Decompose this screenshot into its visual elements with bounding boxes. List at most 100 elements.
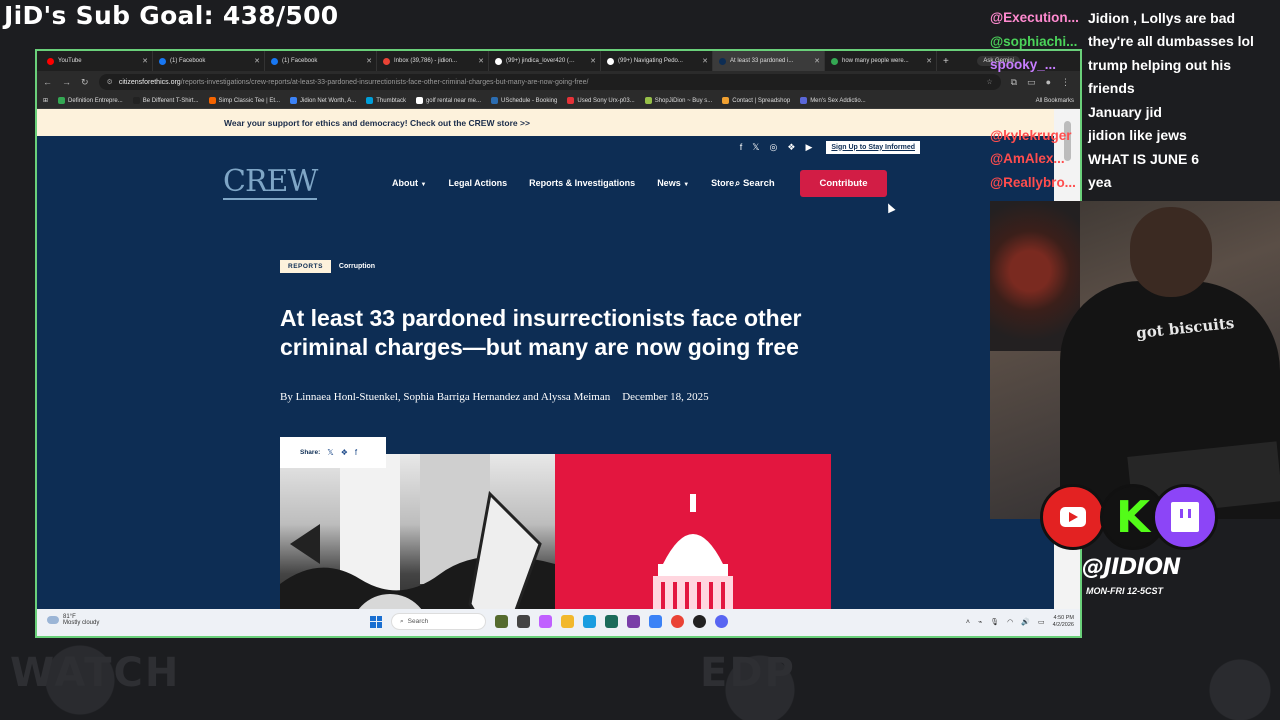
- tag-category[interactable]: Corruption: [339, 263, 375, 270]
- battery-icon[interactable]: ▭: [1038, 618, 1045, 626]
- youtube-icon[interactable]: ▶: [805, 142, 812, 153]
- close-tab-icon[interactable]: ✕: [366, 57, 372, 65]
- taskbar-search[interactable]: ⌕ Search: [391, 613, 486, 630]
- new-tab-icon[interactable]: +: [943, 56, 949, 67]
- browser-tab[interactable]: how many people were... ✕: [825, 51, 937, 71]
- bookmark-item[interactable]: Used Sony Urx-p03...: [567, 97, 635, 104]
- bookmark-favicon-icon: [644, 97, 652, 104]
- close-tab-icon[interactable]: ✕: [478, 57, 484, 65]
- promo-banner[interactable]: Wear your support for ethics and democra…: [37, 109, 1056, 136]
- bookmark-item[interactable]: Contact | Spreadshop: [722, 97, 790, 104]
- chat-message: January jid: [990, 100, 1280, 124]
- clock[interactable]: 4:50 PM 4/2/2026: [1053, 615, 1074, 629]
- browser-tab[interactable]: YouTube ✕: [41, 51, 153, 71]
- chat-username: @Reallybro...: [990, 174, 1076, 190]
- instagram-icon[interactable]: ◎: [770, 142, 778, 153]
- bookmark-favicon-icon: [366, 97, 374, 104]
- close-tab-icon[interactable]: ✕: [142, 57, 148, 65]
- app-icon[interactable]: [627, 615, 640, 628]
- windows-taskbar: 81°F Mostly cloudy ⌕ Search ˄ ⌁ 🎙 ◠ 🔊 ▭ 4:…: [37, 609, 1080, 636]
- close-tab-icon[interactable]: ✕: [590, 57, 596, 65]
- chat-username: @AmAlex...: [990, 151, 1065, 167]
- chat-message: @Reallybro... yea: [990, 171, 1280, 195]
- bookmark-item[interactable]: USchedule - Booking: [490, 97, 558, 104]
- copilot-icon[interactable]: [495, 615, 508, 628]
- bookmark-label: USchedule - Booking: [500, 97, 558, 104]
- bookmark-item[interactable]: Men's Sex Addictio...: [800, 97, 866, 104]
- facebook-icon[interactable]: f: [740, 142, 743, 152]
- site-info-icon[interactable]: ⚙: [107, 78, 113, 86]
- chat-username: @kylekruger: [990, 127, 1072, 143]
- nav-link[interactable]: News ▼: [657, 178, 689, 188]
- browser-tab[interactable]: (99+) jindica_lover420 (… ✕: [489, 51, 601, 71]
- bookmark-item[interactable]: Simp Classic Tee | Et...: [208, 97, 280, 104]
- nav-link[interactable]: Reports & Investigations: [529, 178, 635, 188]
- close-tab-icon[interactable]: ✕: [254, 57, 260, 65]
- nav-link-label: Legal Actions: [448, 178, 508, 188]
- url-field[interactable]: ⚙ citizensforethics.org/reports-investig…: [98, 74, 1001, 90]
- share-facebook-icon[interactable]: f: [355, 448, 357, 457]
- tab-favicon-icon: [495, 57, 502, 65]
- tab-label: (99+) jindica_lover420 (…: [506, 58, 575, 64]
- weather-text: Mostly cloudy: [63, 620, 100, 626]
- browser-tab[interactable]: (99+) Navigating Pedo... ✕: [601, 51, 713, 71]
- x-icon[interactable]: 𝕏: [752, 142, 759, 153]
- close-tab-icon[interactable]: ✕: [926, 57, 932, 65]
- article-headline: At least 33 pardoned insurrectionists fa…: [280, 305, 802, 360]
- signup-link[interactable]: Sign Up to Stay Informed: [826, 140, 920, 154]
- browser-tab[interactable]: Inbox (39,786) - jidion... ✕: [377, 51, 489, 71]
- close-tab-icon[interactable]: ✕: [702, 57, 708, 65]
- chat-message: @kylekruger jidion like jews: [990, 124, 1280, 148]
- apps-icon[interactable]: ⊞: [43, 97, 48, 104]
- nav-links: About ▼ Legal Actions Reports & Investigat…: [392, 178, 734, 188]
- close-tab-icon[interactable]: ✕: [814, 57, 820, 65]
- bookmark-item[interactable]: Jidion Net Worth, A...: [290, 97, 356, 104]
- nav-link-label: News: [657, 178, 681, 188]
- weather-widget[interactable]: 81°F Mostly cloudy: [47, 614, 99, 626]
- share-bluesky-icon[interactable]: ❖: [341, 448, 348, 457]
- chrome-icon[interactable]: [671, 615, 684, 628]
- share-x-icon[interactable]: 𝕏: [327, 448, 333, 457]
- browser-tab[interactable]: (1) Facebook ✕: [265, 51, 377, 71]
- tab-favicon-icon: [383, 57, 390, 65]
- mic-icon[interactable]: 🎙: [990, 618, 999, 626]
- windows-start-icon[interactable]: [370, 615, 382, 628]
- taskbar-search-label: Search: [407, 618, 429, 625]
- browser-tab[interactable]: At least 33 pardoned i... ✕: [713, 51, 825, 71]
- crew-logo[interactable]: CREW: [223, 166, 318, 200]
- clock-time: 4:50 PM: [1053, 615, 1074, 621]
- nav-link[interactable]: Store: [711, 178, 734, 188]
- contribute-button[interactable]: Contribute: [800, 170, 887, 197]
- bookmark-item[interactable]: Be Different T-Shirt...: [132, 97, 199, 104]
- browser-tab[interactable]: (1) Facebook ✕: [153, 51, 265, 71]
- reload-icon[interactable]: ↻: [81, 77, 89, 88]
- search-icon: ⌕: [735, 178, 743, 189]
- volume-icon[interactable]: 🔊: [1021, 618, 1030, 626]
- chevron-up-icon[interactable]: ˄: [966, 619, 970, 626]
- bookmark-item[interactable]: Definition Entrepre...: [58, 97, 123, 104]
- bookmark-item[interactable]: golf rental near me...: [415, 97, 481, 104]
- discord-icon[interactable]: [715, 615, 728, 628]
- copilot-app-icon[interactable]: [539, 615, 552, 628]
- chat-overlay: @Execution... Jidion , Lollys are bad @sop…: [990, 6, 1280, 194]
- edge-icon[interactable]: [583, 615, 596, 628]
- app2-icon[interactable]: [649, 615, 662, 628]
- bookmark-item[interactable]: Thumbtack: [366, 97, 406, 104]
- bookmark-item[interactable]: ShopJiDion ~ Buy s...: [644, 97, 712, 104]
- chat-message: friends: [990, 77, 1280, 101]
- wifi-icon[interactable]: ◠: [1007, 618, 1013, 626]
- file-explorer-icon[interactable]: [561, 615, 574, 628]
- tag-reports[interactable]: REPORTS: [280, 260, 331, 273]
- bluesky-icon[interactable]: ❖: [787, 142, 795, 153]
- bookmark-label: Be Different T-Shirt...: [142, 97, 199, 104]
- nav-link[interactable]: Legal Actions: [448, 178, 507, 188]
- forward-icon[interactable]: →: [62, 77, 71, 87]
- store-icon[interactable]: [605, 615, 618, 628]
- task-view-icon[interactable]: [517, 615, 530, 628]
- back-icon[interactable]: ←: [43, 77, 52, 87]
- chat-text: trump helping out his: [1088, 56, 1232, 73]
- network-icon[interactable]: ⌁: [978, 618, 982, 626]
- obs-icon[interactable]: [693, 615, 706, 628]
- nav-link[interactable]: About ▼: [392, 178, 426, 188]
- search-nav[interactable]: ⌕ Search: [735, 178, 775, 189]
